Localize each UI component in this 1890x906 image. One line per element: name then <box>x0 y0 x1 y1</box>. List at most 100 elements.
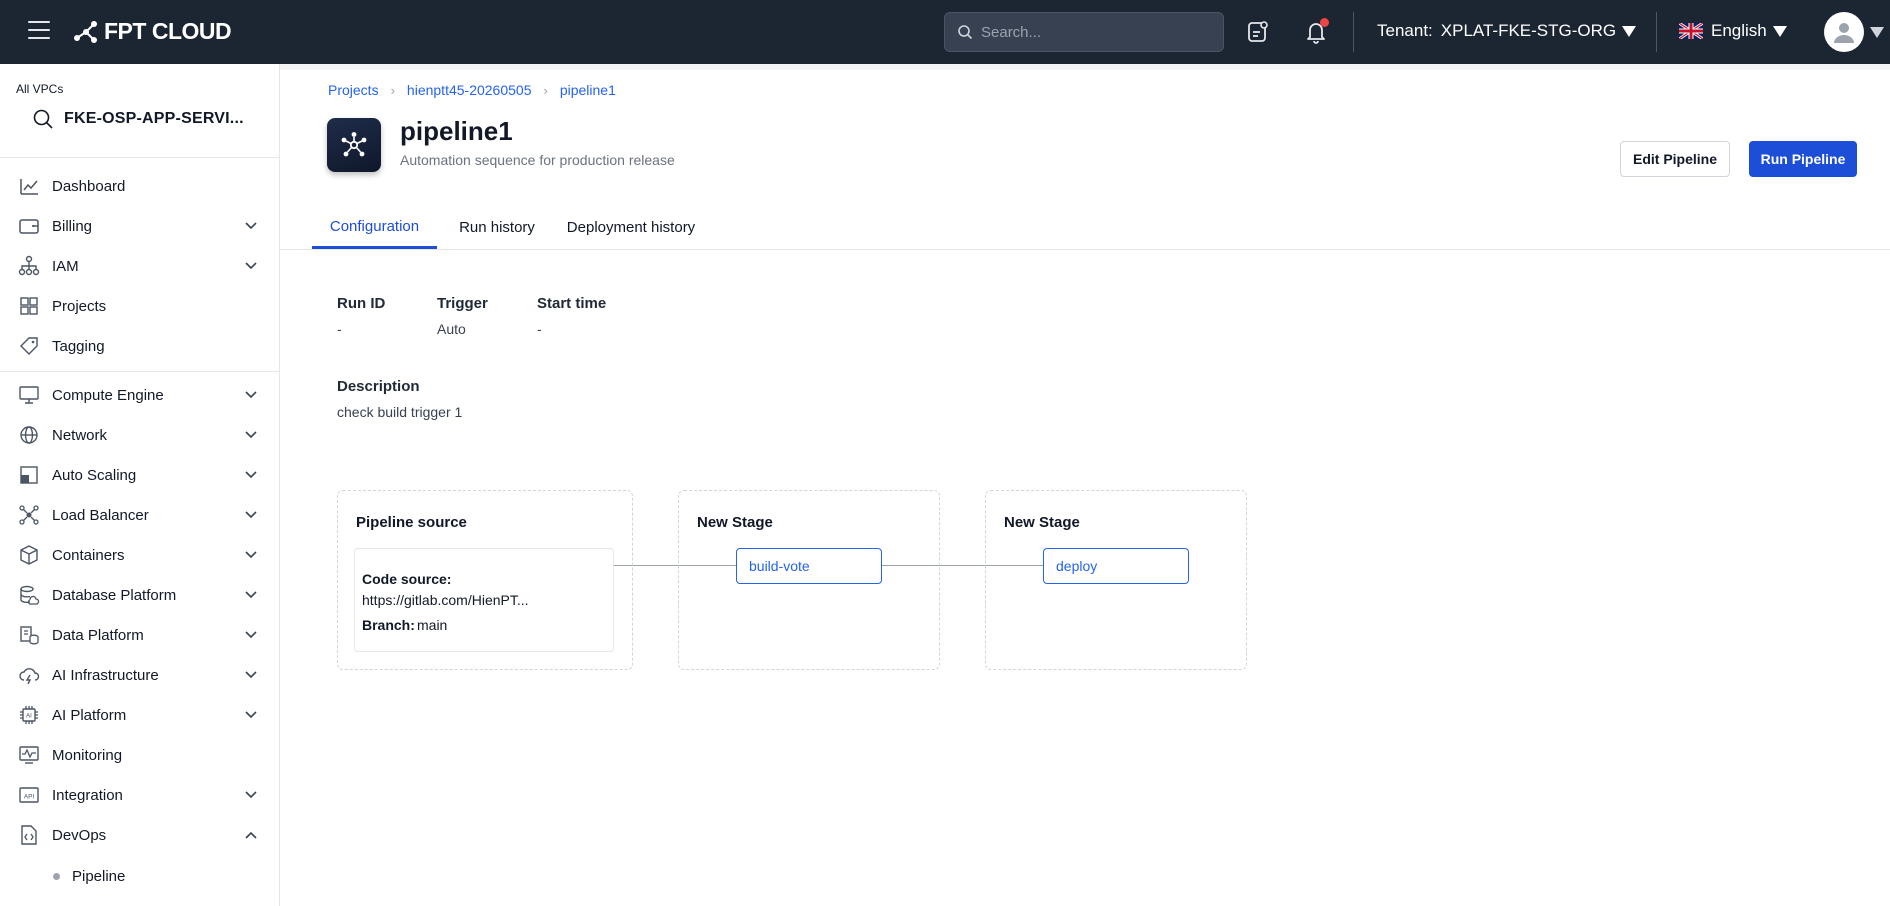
notification-bell-icon[interactable] <box>1305 18 1329 49</box>
trigger-value: Auto <box>437 321 466 337</box>
run-id-label: Run ID <box>337 295 386 312</box>
description-label: Description <box>337 378 420 395</box>
sidebar-item-compute-engine[interactable]: Compute Engine <box>0 375 279 415</box>
uk-flag-icon <box>1679 23 1703 39</box>
sidebar: All VPCs FKE-OSP-APP-SERVI... Dashboard … <box>0 64 280 906</box>
code-source-card[interactable]: Code source: https://gitlab.com/HienPT..… <box>354 548 614 652</box>
header-shadow <box>280 64 1890 70</box>
vpc-label: All VPCs <box>16 82 64 96</box>
chevron-down-icon <box>245 591 257 599</box>
database-icon <box>20 585 40 605</box>
svg-text:API: API <box>24 794 35 801</box>
sidebar-item-monitoring[interactable]: Monitoring <box>0 735 279 775</box>
chevron-down-icon <box>245 711 257 719</box>
sidebar-item-ai-platform[interactable]: AI AI Platform <box>0 695 279 735</box>
vpc-selector[interactable]: FKE-OSP-APP-SERVI... <box>32 108 244 130</box>
job-build-vote[interactable]: build-vote <box>736 548 882 584</box>
divider <box>1656 12 1657 52</box>
tenant-selector[interactable]: Tenant: XPLAT-FKE-STG-ORG <box>1377 21 1637 41</box>
api-icon: API <box>19 787 39 803</box>
sidebar-item-containers[interactable]: Containers <box>0 535 279 575</box>
chevron-right-icon: › <box>543 82 548 98</box>
sidebar-item-ai-infrastructure[interactable]: AI Infrastructure <box>0 655 279 695</box>
job-deploy[interactable]: deploy <box>1043 548 1189 584</box>
chevron-down-icon <box>245 631 257 639</box>
breadcrumb-pipeline[interactable]: pipeline1 <box>560 82 616 98</box>
ticket-icon[interactable] <box>1247 20 1269 49</box>
pipeline-nodes-icon <box>341 132 367 157</box>
tab-deployment-history[interactable]: Deployment history <box>556 206 706 248</box>
monitor-icon <box>19 386 39 404</box>
sidebar-item-auto-scaling[interactable]: Auto Scaling <box>0 455 279 495</box>
start-time-label: Start time <box>537 295 607 312</box>
brand-name: FPT CLOUD <box>104 18 232 44</box>
search-icon <box>958 25 973 40</box>
tab-run-history[interactable]: Run history <box>446 206 548 248</box>
menu-icon[interactable] <box>28 21 50 43</box>
breadcrumb-project[interactable]: hienptt45-20260505 <box>407 82 532 98</box>
sidebar-item-billing[interactable]: Billing <box>0 206 279 246</box>
scaling-icon <box>20 466 38 484</box>
sidebar-item-network[interactable]: Network <box>0 415 279 455</box>
wallet-icon <box>19 219 39 234</box>
hierarchy-icon <box>18 255 40 276</box>
cloud-bolt-icon <box>19 668 40 685</box>
run-pipeline-button[interactable]: Run Pipeline <box>1749 141 1857 177</box>
stage-title: New Stage <box>1004 514 1080 531</box>
top-bar: FPT CLOUD Tenant: XPLAT-FKE-STG-ORG Engl… <box>0 0 1890 64</box>
caret-down-icon[interactable] <box>1870 27 1884 38</box>
globe-icon <box>20 426 38 444</box>
start-time-value: - <box>537 321 542 337</box>
chevron-down-icon <box>245 262 257 270</box>
edit-pipeline-button[interactable]: Edit Pipeline <box>1620 141 1730 177</box>
chevron-down-icon <box>245 791 257 799</box>
sidebar-item-tagging[interactable]: Tagging <box>0 326 279 366</box>
code-file-icon <box>21 825 37 845</box>
grid-icon <box>20 297 38 315</box>
chevron-down-icon <box>245 431 257 439</box>
notification-badge <box>1320 18 1329 27</box>
sidebar-item-data-platform[interactable]: Data Platform <box>0 615 279 655</box>
breadcrumb: Projects › hienptt45-20260505 › pipeline… <box>328 82 616 98</box>
sidebar-item-iam[interactable]: IAM <box>0 246 279 286</box>
sidebar-item-dashboard[interactable]: Dashboard <box>0 166 279 206</box>
sidebar-item-integration[interactable]: API Integration <box>0 775 279 815</box>
user-icon <box>1834 23 1854 43</box>
divider <box>0 157 279 158</box>
chevron-down-icon <box>245 222 257 230</box>
vpc-value: FKE-OSP-APP-SERVI... <box>64 110 244 127</box>
pipeline-logo <box>327 118 381 172</box>
tag-icon <box>20 337 38 355</box>
tenant-label: Tenant: <box>1377 21 1433 40</box>
sidebar-item-load-balancer[interactable]: Load Balancer <box>0 495 279 535</box>
chevron-up-icon <box>245 831 257 839</box>
nodes-icon <box>19 505 39 525</box>
data-icon <box>20 626 39 645</box>
breadcrumb-projects[interactable]: Projects <box>328 82 379 98</box>
svg-text:AI: AI <box>26 714 32 720</box>
run-id-value: - <box>337 321 342 337</box>
sidebar-item-pipeline[interactable]: Pipeline <box>0 858 279 894</box>
divider <box>0 371 279 372</box>
chevron-down-icon <box>245 511 257 519</box>
tab-configuration[interactable]: Configuration <box>312 206 437 249</box>
sidebar-item-projects[interactable]: Projects <box>0 286 279 326</box>
sidebar-item-devops[interactable]: DevOps <box>0 815 279 855</box>
tab-bar: Configuration Run history Deployment his… <box>280 206 1890 250</box>
brand-logo[interactable]: FPT CLOUD <box>72 18 232 45</box>
search-icon <box>33 109 53 129</box>
divider <box>1353 12 1354 52</box>
pipeline-source-title: Pipeline source <box>356 514 467 531</box>
page-subtitle: Automation sequence for production relea… <box>400 152 675 168</box>
chevron-down-icon <box>245 551 257 559</box>
search-input[interactable] <box>981 23 1211 41</box>
page-title: pipeline1 <box>400 116 513 146</box>
code-source-value: https://gitlab.com/HienPT... <box>362 592 529 608</box>
user-avatar[interactable] <box>1824 12 1864 52</box>
language-selector[interactable]: English <box>1679 21 1787 41</box>
trigger-label: Trigger <box>437 295 488 312</box>
global-search[interactable] <box>944 12 1224 52</box>
chevron-down-icon <box>245 391 257 399</box>
branch-label: Branch: <box>362 617 415 633</box>
sidebar-item-database-platform[interactable]: Database Platform <box>0 575 279 615</box>
